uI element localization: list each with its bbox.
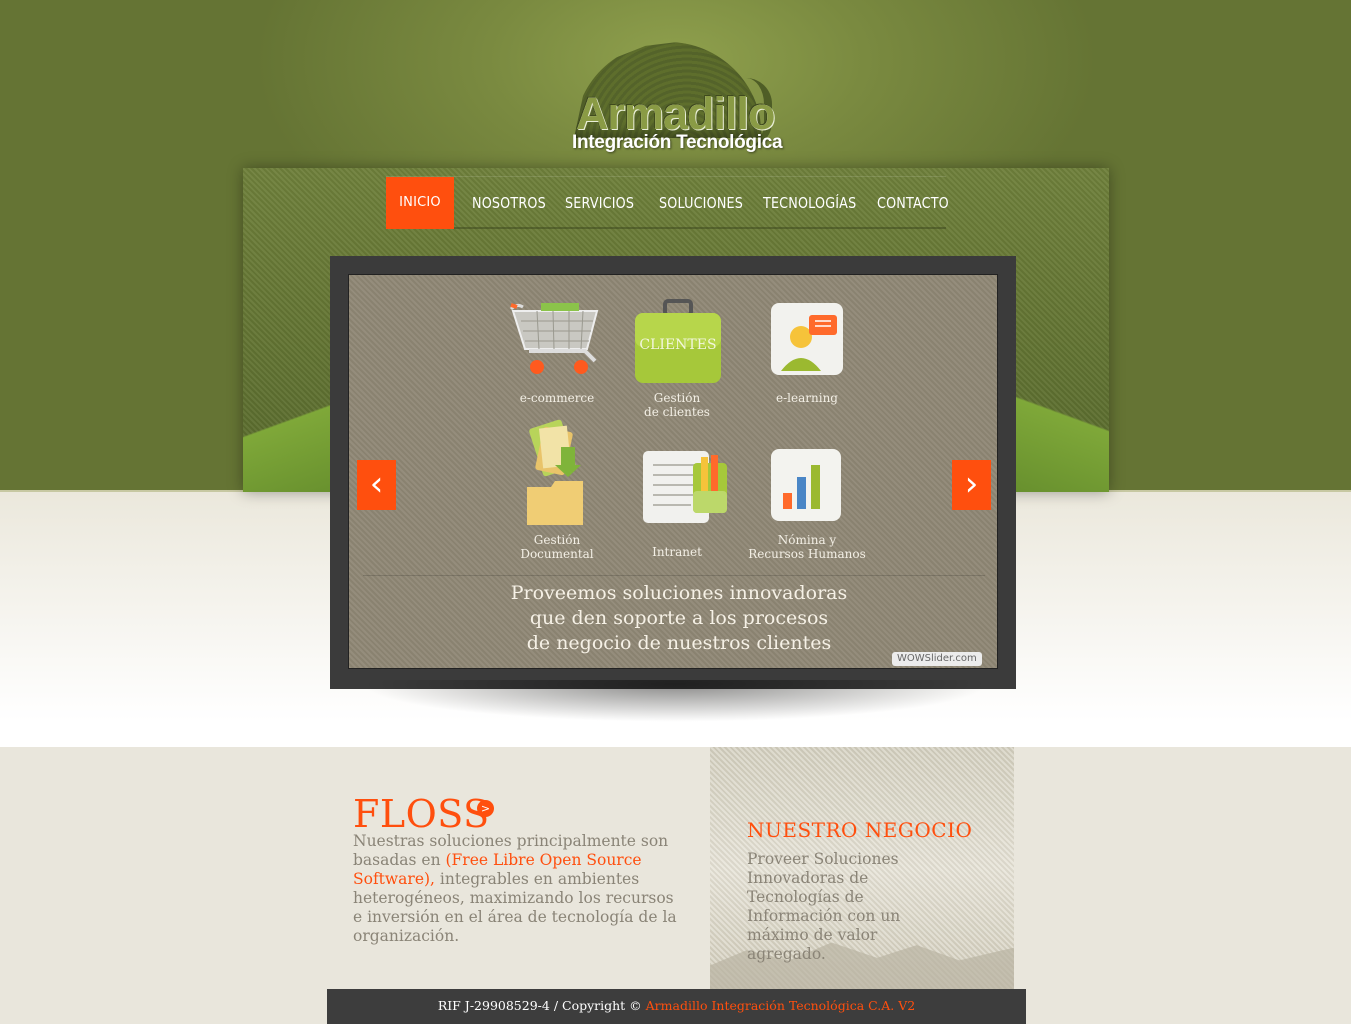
wowslider-link[interactable]: WOWSlider.com (892, 652, 982, 666)
negocio-text: Proveer Soluciones Innovadoras de Tecnol… (747, 850, 901, 963)
shopping-cart-icon (509, 303, 599, 374)
nav-item-nosotros[interactable]: NOSOTROS (472, 177, 546, 229)
slide-caption: Proveemos soluciones innovadoras que den… (510, 582, 848, 654)
nav-item-soluciones[interactable]: SOLUCIONES (659, 177, 743, 229)
document-pencil-icon (643, 451, 727, 523)
folder-documents-icon (527, 419, 583, 525)
user-chat-icon (771, 303, 843, 375)
slide-divider (363, 575, 985, 576)
main-nav: INICIO NOSOTROS SERVICIOS SOLUCIONES TEC… (386, 176, 949, 229)
floss-text: Nuestras soluciones principalmente son b… (353, 832, 683, 946)
slider-next-button[interactable]: › (952, 460, 991, 510)
nav-item-tecnologias[interactable]: TECNOLOGÍAS (763, 177, 856, 229)
briefcase-icon: CLIENTES (635, 299, 721, 383)
negocio-title: NUESTRO NEGOCIO (747, 818, 973, 842)
footer-company-link[interactable]: Armadillo Integración Tecnológica C.A. V… (646, 998, 916, 1013)
floss-title: FLOSS (353, 792, 490, 836)
nav-item-contacto[interactable]: CONTACTO (877, 177, 949, 229)
footer-copyright: RIF J-29908529-4 / Copyright © (437, 998, 646, 1013)
footer: RIF J-29908529-4 / Copyright © Armadillo… (327, 989, 1026, 1024)
slide-label-elearning: e-learning (776, 391, 838, 405)
nav-item-servicios[interactable]: SERVICIOS (565, 177, 634, 229)
floss-more-button[interactable]: > (477, 800, 494, 817)
svg-text:CLIENTES: CLIENTES (639, 337, 716, 353)
slider-slide[interactable]: CLIENTES e-commerce Gestión de clientes … (348, 274, 998, 669)
slider-shadow (360, 680, 990, 722)
slide-label-nomina: Nómina y Recursos Humanos (748, 533, 866, 561)
logo-subtitle: Integración Tecnológica (572, 132, 783, 153)
nav-item-inicio[interactable]: INICIO (386, 177, 454, 229)
bar-chart-icon (771, 449, 841, 521)
slider-prev-button[interactable]: ‹ (357, 460, 396, 510)
site-logo[interactable]: Armadillo Integración Tecnológica (566, 38, 788, 160)
